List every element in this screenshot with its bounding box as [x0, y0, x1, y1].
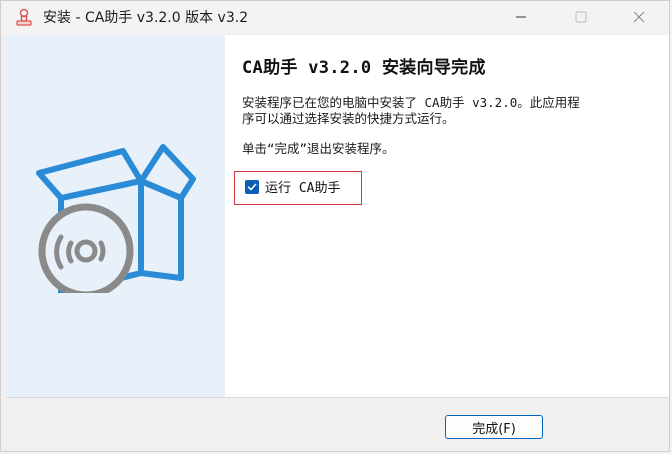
window-title: 安装 - CA助手 v3.2.0 版本 v3.2 [43, 10, 249, 26]
run-app-label[interactable]: 运行 CA助手 [265, 177, 340, 196]
finish-button[interactable]: 完成(F) [445, 415, 543, 439]
wizard-sidebar [6, 35, 225, 397]
wizard-content: CA助手 v3.2.0 安装向导完成 安装程序已在您的电脑中安装了 CA助手 v… [225, 35, 669, 397]
installer-window: 安装 - CA助手 v3.2.0 版本 v3.2 CA助手 v3.2.0 安装向… [0, 0, 670, 452]
page-heading: CA助手 v3.2.0 安装向导完成 [242, 58, 486, 78]
completion-message-line2: 序可以通过选择安装的快捷方式运行。 [242, 111, 455, 126]
maximize-button[interactable] [558, 1, 604, 34]
close-icon [633, 8, 645, 27]
maximize-icon [575, 8, 587, 27]
run-app-option[interactable]: 运行 CA助手 [245, 177, 340, 196]
minimize-button[interactable] [498, 1, 544, 34]
box-with-disc-icon [31, 143, 201, 299]
title-bar[interactable]: 安装 - CA助手 v3.2.0 版本 v3.2 [1, 1, 669, 34]
finish-instruction: 单击“完成”退出安装程序。 [242, 141, 395, 156]
completion-message: 安装程序已在您的电脑中安装了 CA助手 v3.2.0。此应用程 序可以通过选择安… [242, 95, 662, 127]
run-app-checkbox[interactable] [245, 179, 259, 194]
finish-button-label: 完成(F) [472, 421, 516, 437]
footer-divider [6, 397, 668, 398]
checkmark-icon [247, 183, 257, 190]
close-button[interactable] [616, 1, 662, 34]
completion-message-line1: 安装程序已在您的电脑中安装了 CA助手 v3.2.0。此应用程 [242, 95, 580, 110]
installer-stamp-icon [14, 8, 34, 28]
minimize-icon [515, 8, 527, 27]
